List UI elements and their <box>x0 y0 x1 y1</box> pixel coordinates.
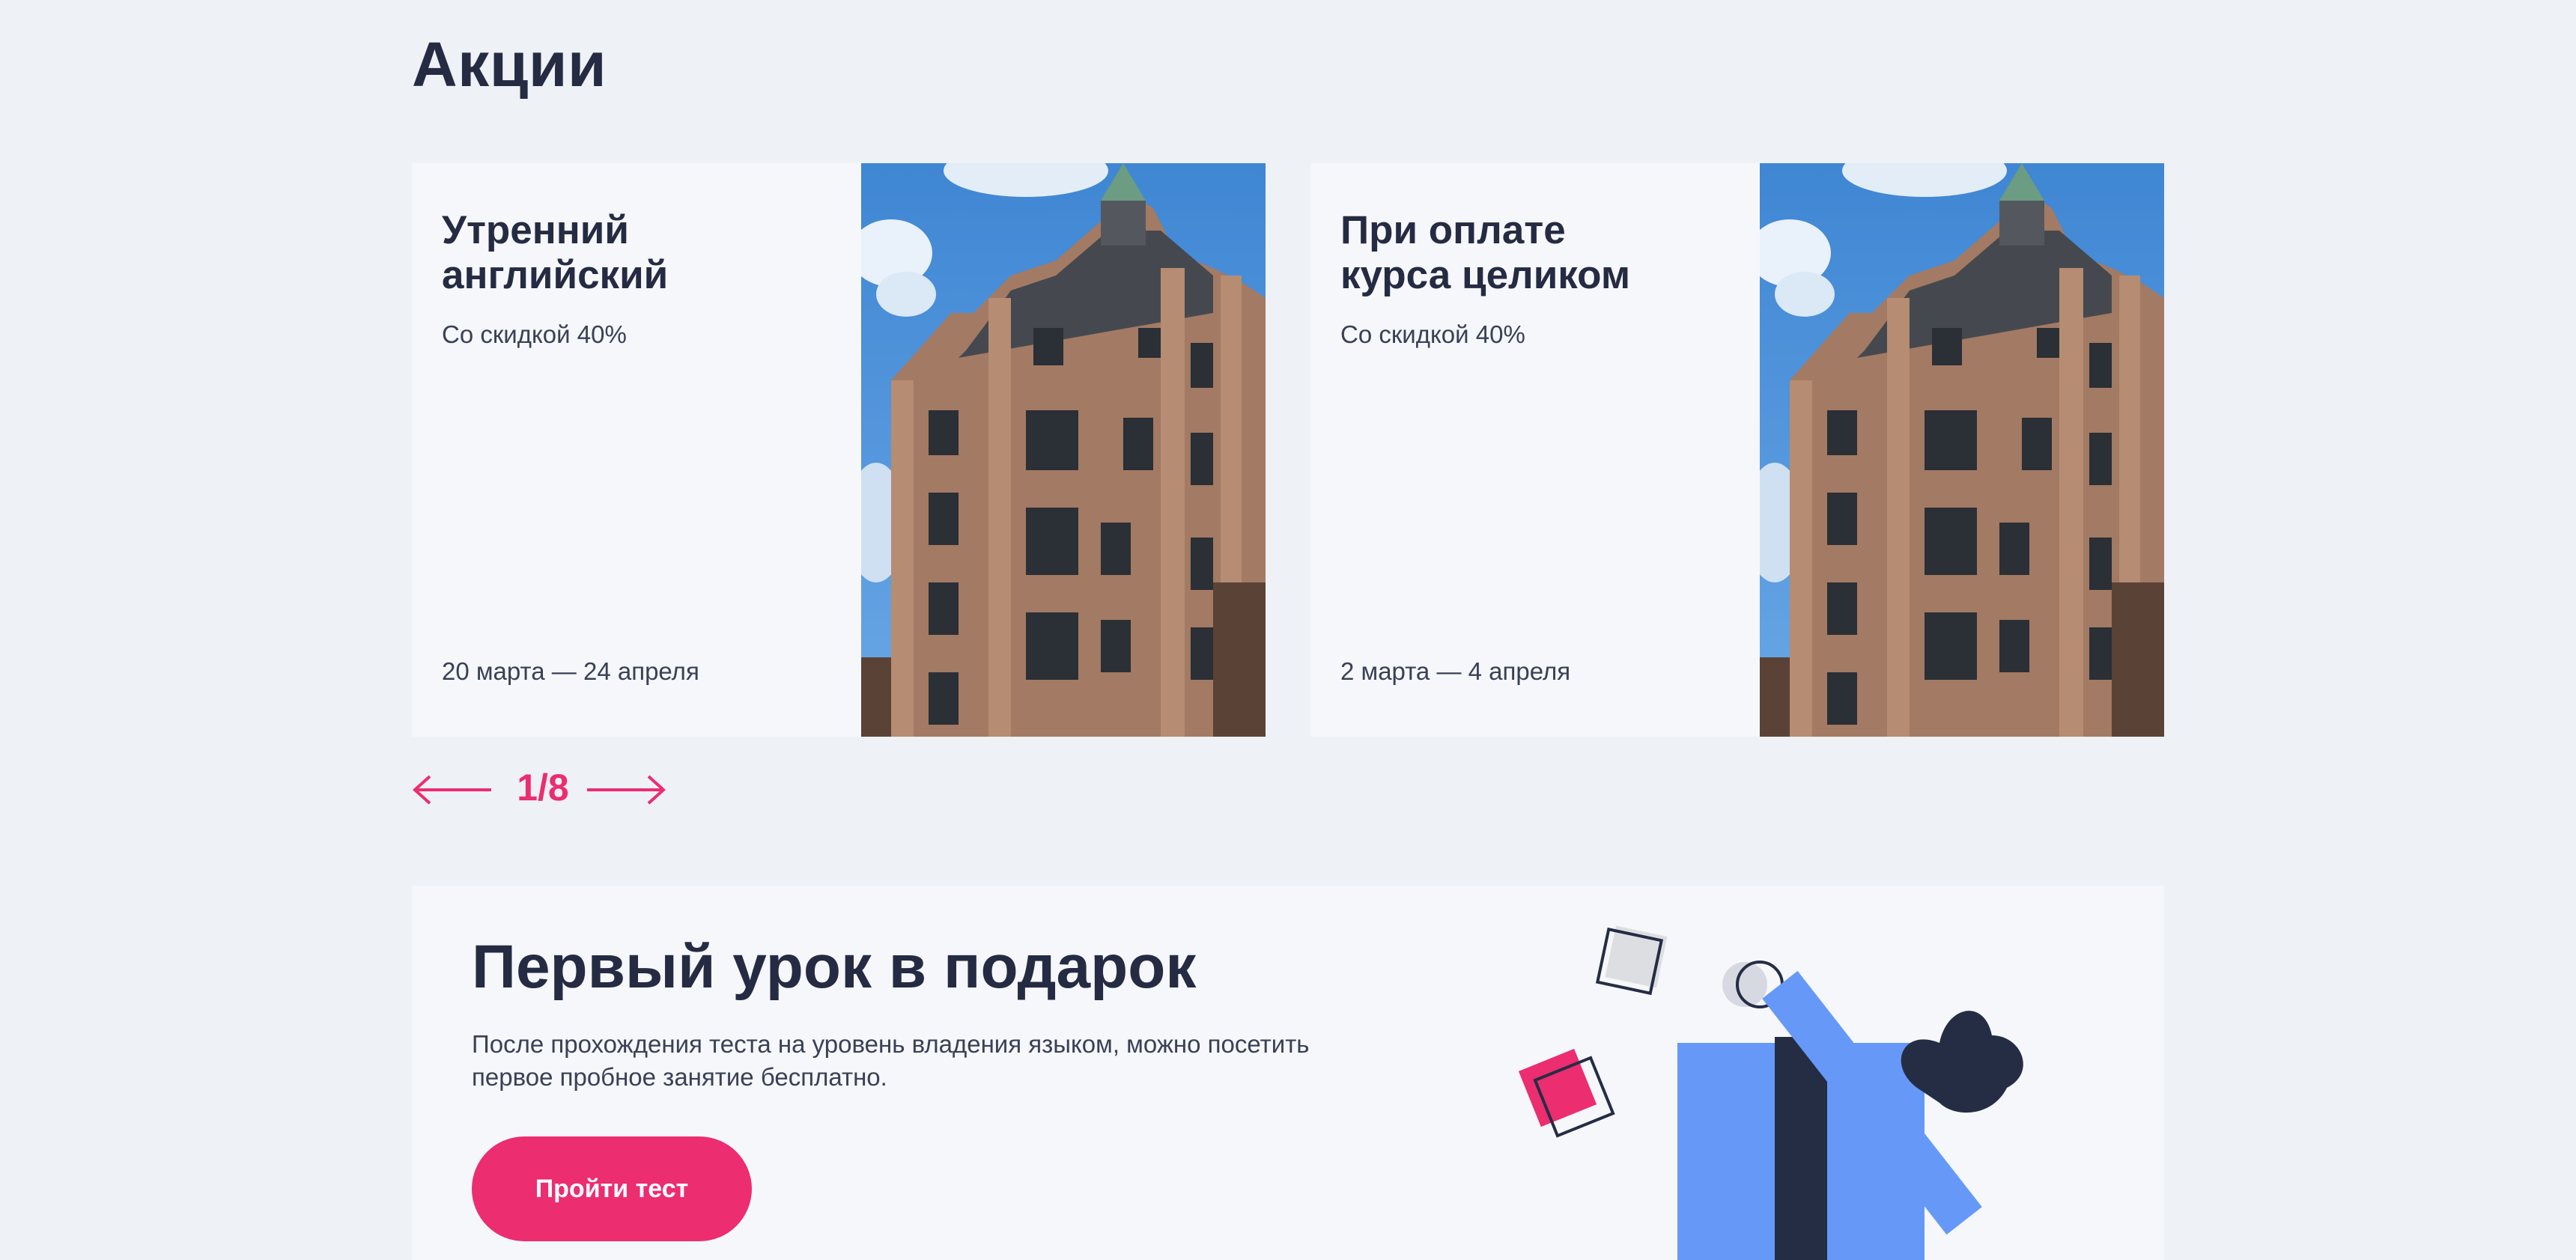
building-photo <box>861 163 1266 737</box>
promotion-card[interactable]: Утренний английский Со скидкой 40% 20 ма… <box>412 163 1266 737</box>
card-subtitle: Со скидкой 40% <box>442 320 627 348</box>
carousel-pager: 1/8 <box>412 760 711 820</box>
card-text: При оплате курса целиком Со скидкой 40% <box>1340 208 1715 349</box>
card-title: При оплате курса целиком <box>1340 208 1631 297</box>
card-dates: 20 марта — 24 апреля <box>442 657 699 685</box>
section-title: Акции <box>412 29 607 100</box>
promo-description: После прохождения теста на уровень владе… <box>472 1030 1310 1091</box>
card-title: Утренний английский <box>442 208 669 297</box>
free-lesson-banner: Первый урок в подарок После прохождения … <box>412 886 2164 1260</box>
building-photo <box>1760 163 2164 737</box>
card-dates: 2 марта — 4 апреля <box>1340 657 1571 685</box>
arrow-right-icon[interactable] <box>584 767 666 812</box>
promotion-card[interactable]: При оплате курса целиком Со скидкой 40% … <box>1310 163 2164 737</box>
card-subtitle: Со скидкой 40% <box>1340 320 1525 348</box>
gift-box-illustration <box>1518 925 2023 1260</box>
promo-title: Первый урок в подарок <box>472 933 1197 1001</box>
card-text: Утренний английский Со скидкой 40% <box>442 208 816 349</box>
page-counter: 1/8 <box>517 767 569 809</box>
promotions-carousel: Утренний английский Со скидкой 40% 20 ма… <box>412 163 2164 737</box>
arrow-left-icon[interactable] <box>412 767 494 812</box>
take-test-button[interactable]: Пройти тест <box>472 1136 752 1241</box>
